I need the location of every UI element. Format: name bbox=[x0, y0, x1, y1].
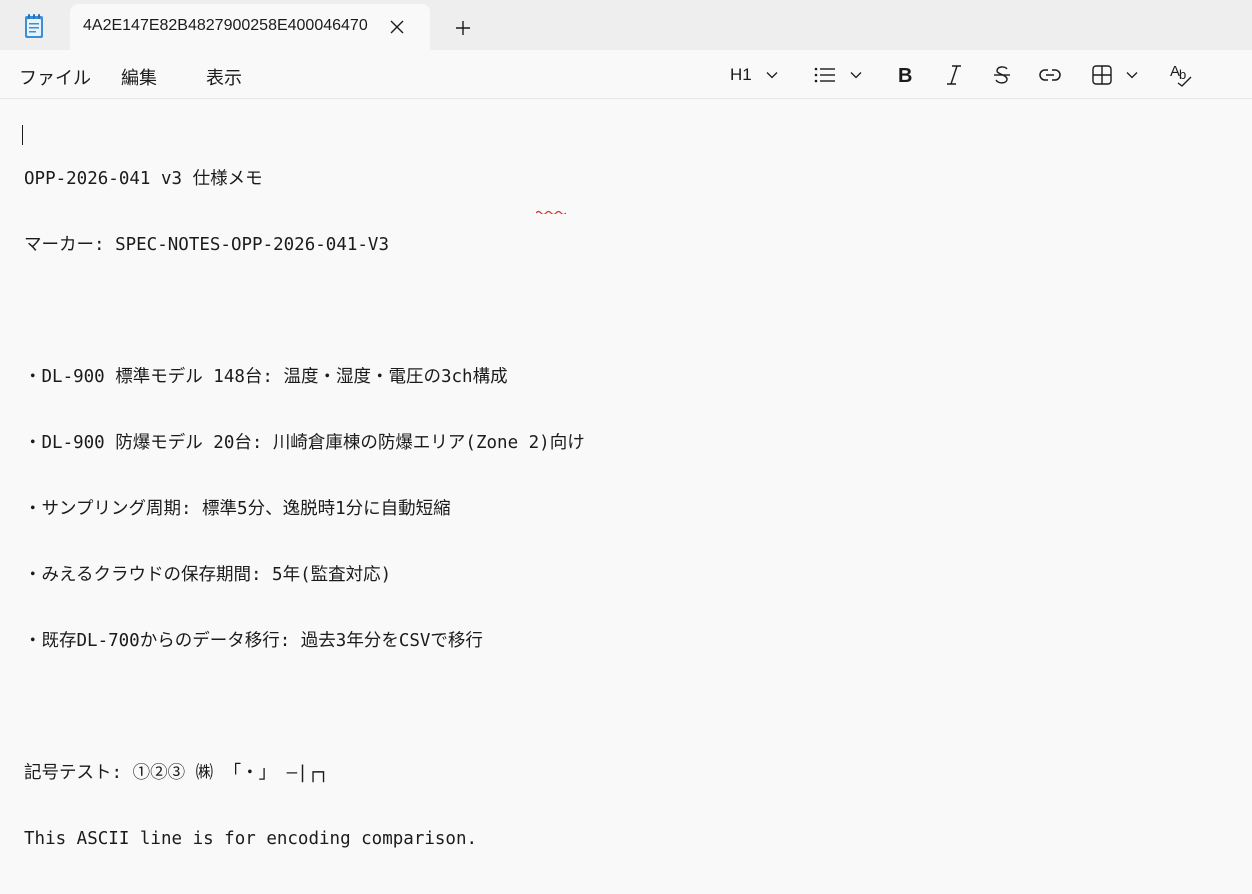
document-text: OPP-2026-041 v3 仕様メモ マーカー: SPEC-NOTES-OP… bbox=[24, 124, 585, 894]
document-line: ・既存DL-700からのデータ移行: 過去3年分をCSVで移行 bbox=[24, 631, 483, 651]
heading-dropdown[interactable]: H1 bbox=[730, 62, 778, 88]
tab-document[interactable]: 4A2E147E82B4827900258E400046470B1 bbox=[70, 4, 430, 50]
menu-edit[interactable]: 編集 bbox=[121, 64, 157, 90]
menu-bar: ファイル 編集 表示 H1 B A b bbox=[0, 50, 1252, 99]
add-tab-icon[interactable] bbox=[452, 17, 474, 39]
chevron-down-icon bbox=[850, 72, 862, 79]
document-line: This ASCII line is for encoding comparis… bbox=[24, 829, 478, 849]
svg-text:b: b bbox=[1179, 67, 1186, 82]
list-dropdown[interactable] bbox=[814, 62, 862, 88]
text-editor[interactable]: OPP-2026-041 v3 仕様メモ マーカー: SPEC-NOTES-OP… bbox=[0, 99, 1252, 849]
menu-view[interactable]: 表示 bbox=[206, 64, 242, 90]
chevron-down-icon bbox=[766, 72, 778, 79]
document-line: ・DL-900 標準モデル 148台: 温度・湿度・電圧の3ch構成 bbox=[24, 367, 508, 387]
document-line: OPP-2026-041 v3 仕様メモ bbox=[24, 169, 263, 189]
link-icon[interactable] bbox=[1038, 62, 1062, 88]
svg-text:B: B bbox=[898, 65, 912, 87]
menu-file[interactable]: ファイル bbox=[19, 64, 91, 90]
text-caret bbox=[22, 125, 23, 145]
strikethrough-icon[interactable] bbox=[992, 62, 1012, 88]
document-line: ・サンプリング周期: 標準5分、逸脱時1分に自動短縮 bbox=[24, 499, 451, 519]
document-line: マーカー: SPEC-NOTES-OPP-2026-041-V3 bbox=[24, 235, 390, 255]
list-icon bbox=[814, 67, 835, 83]
title-bar: 4A2E147E82B4827900258E400046470B1 bbox=[0, 0, 1252, 50]
italic-icon[interactable] bbox=[944, 62, 964, 88]
close-icon[interactable] bbox=[386, 16, 408, 38]
tab-title: 4A2E147E82B4827900258E400046470B1 bbox=[83, 17, 368, 34]
table-icon bbox=[1092, 65, 1112, 85]
bold-icon[interactable]: B bbox=[896, 62, 916, 88]
document-line: ・みえるクラウドの保存期間: 5年(監査対応) bbox=[24, 565, 392, 585]
spellcheck-icon[interactable]: A b bbox=[1170, 62, 1194, 88]
table-dropdown[interactable] bbox=[1092, 62, 1138, 88]
spelling-error-underline bbox=[536, 210, 566, 214]
document-line: ・DL-900 防爆モデル 20台: 川崎倉庫棟の防爆エリア(Zone 2)向け bbox=[24, 433, 585, 453]
notepad-app-icon bbox=[25, 14, 43, 38]
heading-label: H1 bbox=[730, 65, 752, 84]
document-line: 記号テスト: ①②③ ㈱ 「・」 ―|┌┐ bbox=[24, 763, 329, 783]
chevron-down-icon bbox=[1126, 72, 1138, 79]
